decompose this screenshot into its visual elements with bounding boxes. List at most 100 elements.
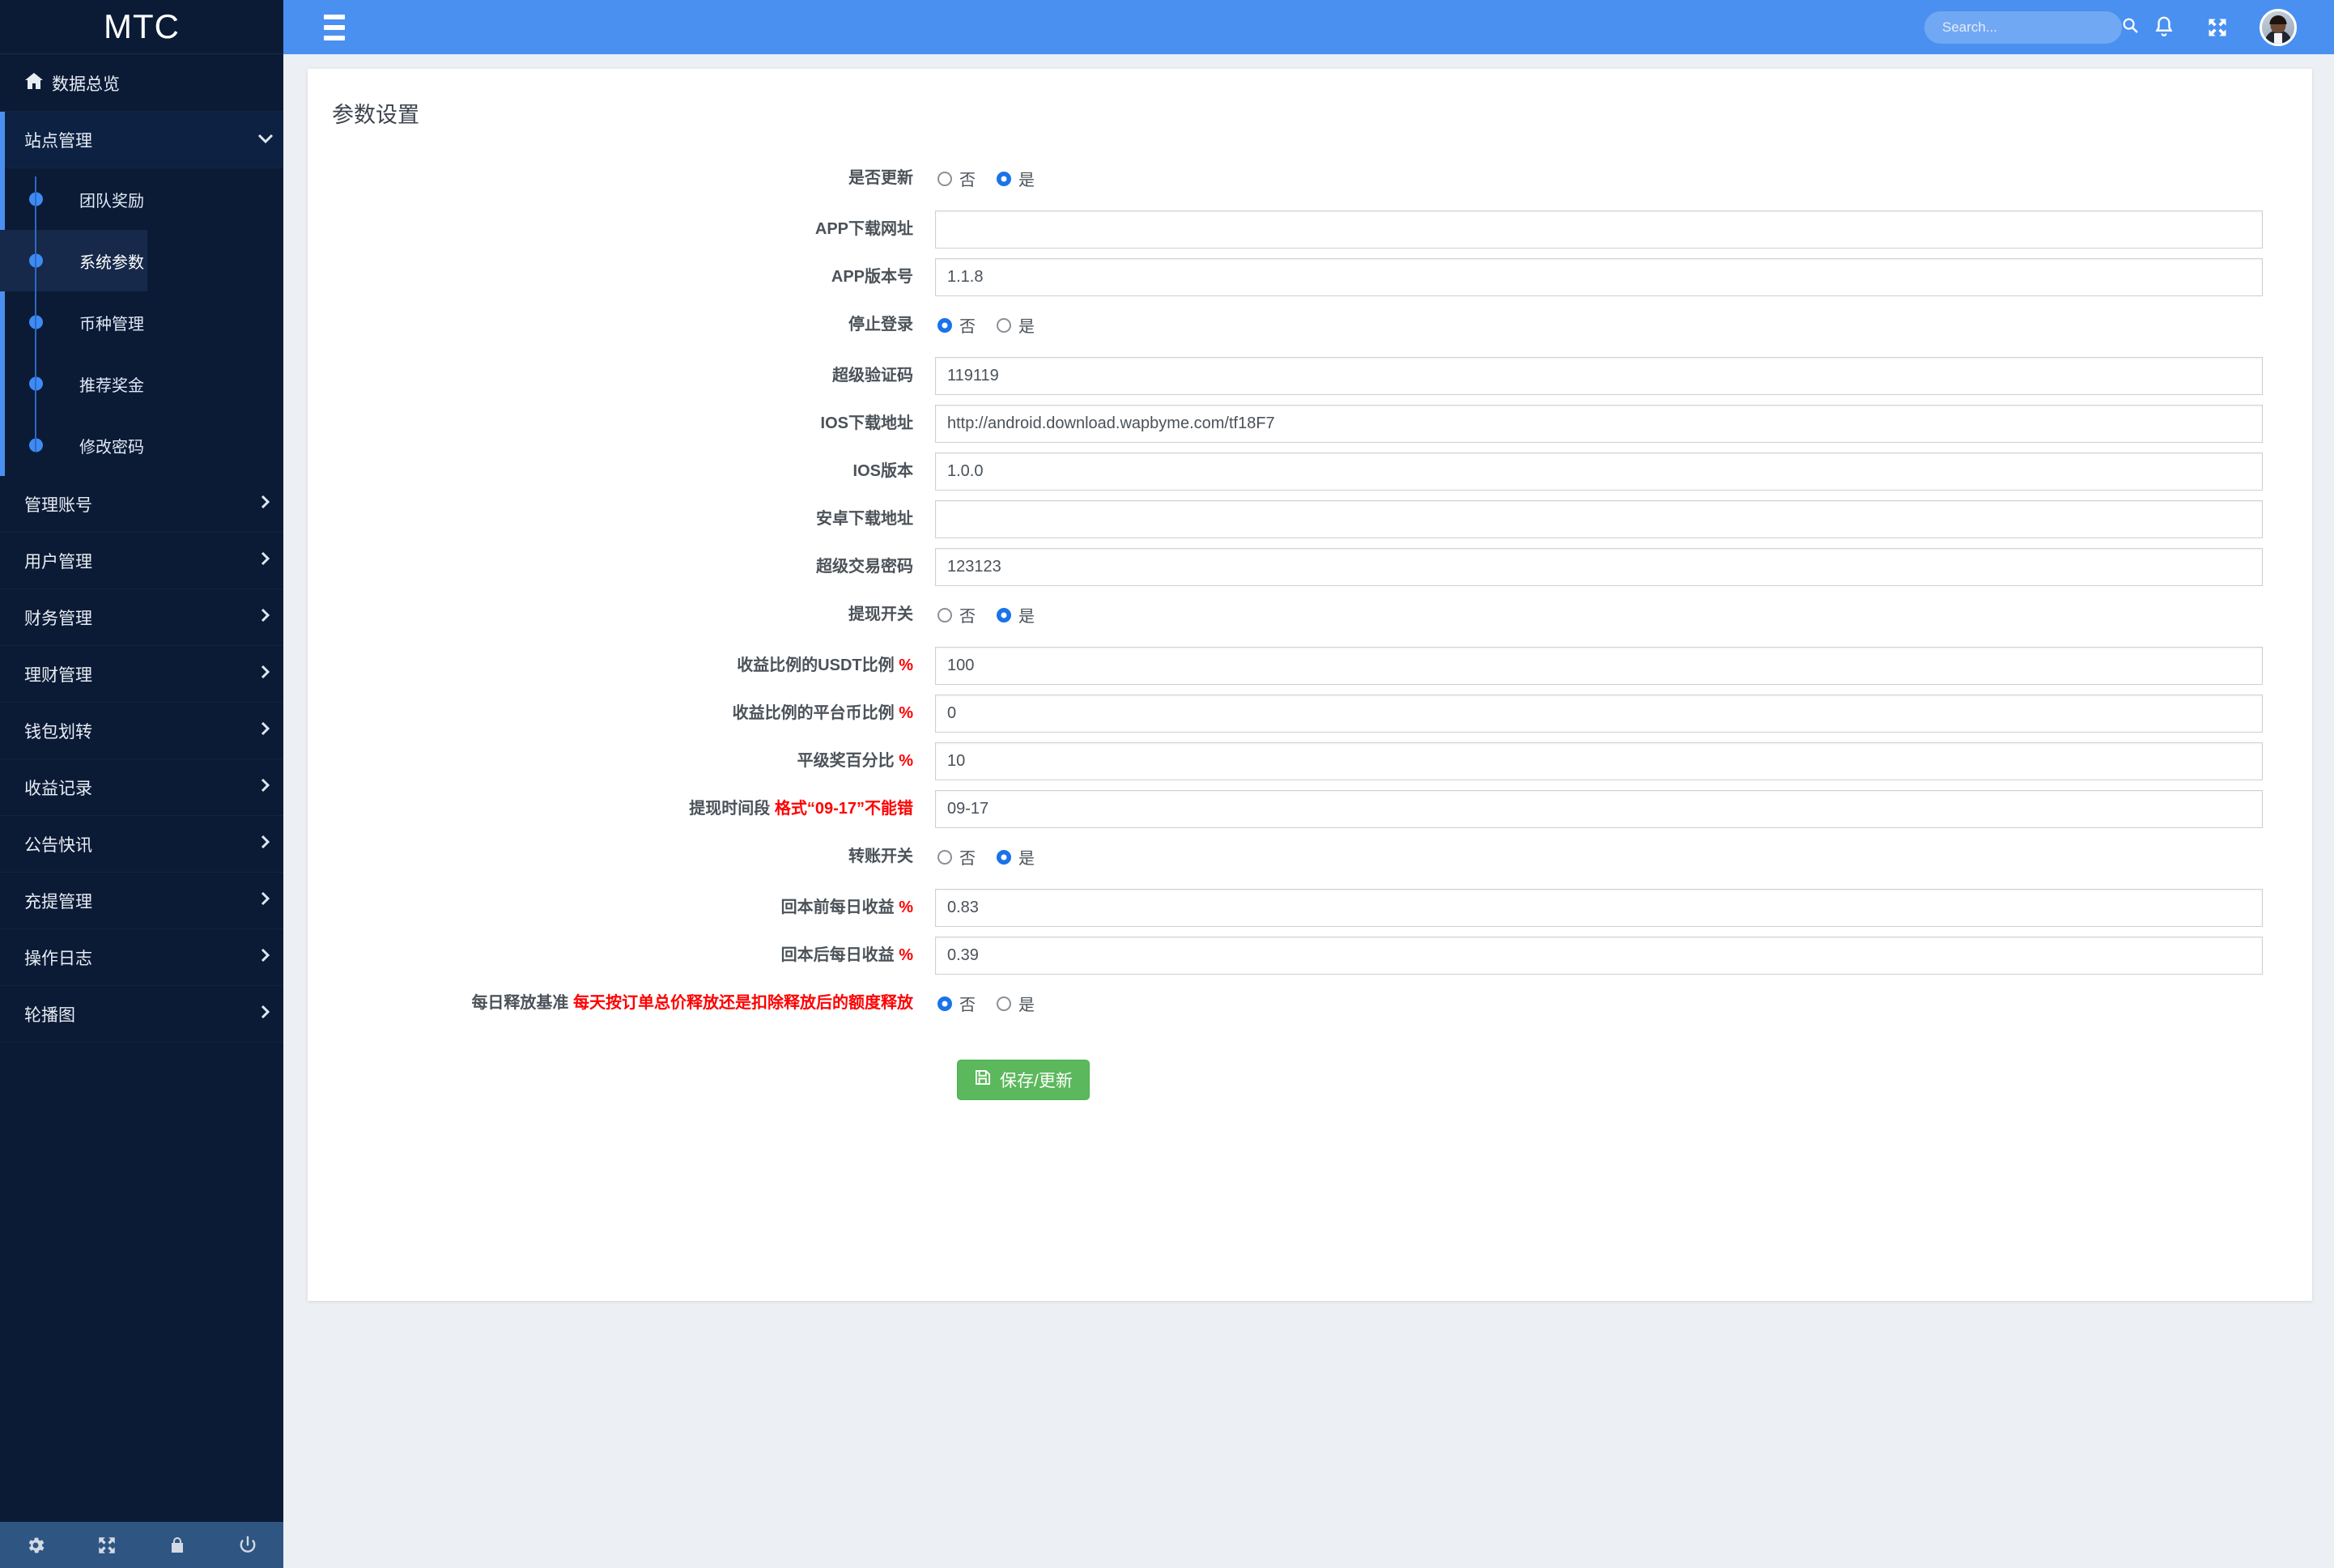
text-input[interactable] (935, 790, 2263, 828)
form-row: 超级交易密码 (308, 548, 2312, 586)
radio-icon[interactable] (997, 607, 1011, 623)
form-row: 每日释放基准 每天按订单总价释放还是扣除释放后的额度释放 否 是 (308, 984, 2312, 1022)
field-label: 收益比例的平台币比例 (732, 704, 895, 722)
radio-icon[interactable] (997, 996, 1011, 1011)
form-row-field: 否是 (935, 838, 2263, 876)
text-input[interactable] (935, 695, 2263, 733)
radio-label: 是 (1018, 608, 1035, 626)
gear-icon[interactable] (25, 1535, 46, 1556)
form-row-label: 每日释放基准 每天按订单总价释放还是扣除释放后的额度释放 (308, 984, 935, 1015)
radio-icon[interactable] (937, 171, 952, 186)
text-input[interactable] (935, 500, 2263, 538)
sidebar-item-9[interactable]: 操作日志 (0, 929, 283, 986)
avatar[interactable] (2260, 8, 2297, 46)
hamburger-bar (324, 24, 345, 30)
lock-icon[interactable] (168, 1535, 187, 1556)
bullet-icon (29, 192, 43, 206)
fullscreen-icon[interactable] (2206, 16, 2229, 39)
bell-icon[interactable] (2153, 15, 2175, 40)
search-box[interactable] (1924, 11, 2138, 44)
radio-option-no[interactable]: 否 (937, 992, 976, 1015)
form-row-field: 否是 (935, 306, 2263, 344)
form-row-label: 是否更新 (308, 159, 935, 190)
text-input[interactable] (935, 453, 2263, 491)
text-input[interactable] (935, 357, 2263, 395)
main-content: 参数设置 是否更新否是APP下载网址APP版本号停止登录否是超级验证码IOS下载… (283, 54, 2334, 1568)
power-icon[interactable] (237, 1535, 258, 1556)
sidebar-item-2[interactable]: 用户管理 (0, 533, 283, 589)
field-label: 超级交易密码 (816, 558, 913, 576)
radio-icon[interactable] (937, 996, 952, 1011)
chevron-right-icon (248, 1004, 283, 1025)
field-suffix: % (899, 946, 913, 964)
radio-icon[interactable] (937, 849, 952, 865)
text-input[interactable] (935, 210, 2263, 249)
sidebar-subitem-label: 币种管理 (79, 315, 144, 334)
field-label: IOS版本 (852, 462, 913, 480)
radio-option-no[interactable]: 否 (937, 313, 976, 337)
sidebar-subitem-2[interactable]: 系统参数 (0, 230, 147, 291)
form-row-label: APP版本号 (308, 258, 935, 289)
radio-group: 否是 (935, 838, 2263, 876)
sidebar-item-6[interactable]: 收益记录 (0, 759, 283, 816)
radio-icon[interactable] (937, 607, 952, 623)
avatar-shirt (2274, 32, 2282, 44)
hamburger-icon[interactable] (324, 14, 345, 40)
text-input[interactable] (935, 742, 2263, 780)
chevron-right-icon (248, 777, 283, 798)
radio-option-no[interactable]: 否 (937, 603, 976, 627)
radio-label: 否 (959, 996, 976, 1014)
text-input[interactable] (935, 647, 2263, 685)
form-row: 收益比例的平台币比例 % (308, 695, 2312, 733)
form-row: IOS下载地址 (308, 405, 2312, 443)
sidebar-item-5[interactable]: 钱包划转 (0, 703, 283, 759)
sidebar-item-1[interactable]: 管理账号 (0, 476, 283, 533)
text-input[interactable] (935, 405, 2263, 443)
radio-option-no[interactable]: 否 (937, 845, 976, 869)
form-row: 超级验证码 (308, 357, 2312, 395)
text-input[interactable] (935, 548, 2263, 586)
sidebar-item-4[interactable]: 理财管理 (0, 646, 283, 703)
field-suffix: % (899, 899, 913, 916)
sidebar-item-10[interactable]: 轮播图 (0, 986, 283, 1043)
sidebar-subitem-1[interactable]: 团队奖励 (0, 168, 283, 230)
form-row-label: 超级验证码 (308, 357, 935, 388)
sidebar-subitem-4[interactable]: 推荐奖金 (0, 353, 283, 414)
radio-option-yes[interactable]: 是 (997, 167, 1035, 190)
sidebar-submenu: 团队奖励 系统参数币种管理推荐奖金 修改密码 (0, 168, 283, 476)
text-input[interactable] (935, 937, 2263, 975)
sidebar-subitem-3[interactable]: 币种管理 (0, 291, 283, 353)
sidebar-item-label: 充提管理 (24, 892, 92, 911)
radio-icon[interactable] (937, 317, 952, 333)
radio-icon[interactable] (997, 171, 1011, 186)
sidebar-item-8[interactable]: 充提管理 (0, 873, 283, 929)
sidebar-group-site-management[interactable]: 站点管理 (0, 112, 283, 168)
chevron-right-icon (248, 494, 283, 515)
save-button-wrapper: 保存/更新 (935, 1060, 2312, 1100)
field-suffix: % (899, 657, 913, 674)
field-label: 回本前每日收益 (780, 899, 895, 916)
text-input[interactable] (935, 258, 2263, 296)
chevron-right-icon (248, 550, 283, 572)
sidebar-subitem-5[interactable]: 修改密码 (0, 414, 283, 476)
brand-logo[interactable]: MTC (0, 0, 283, 54)
form-row-field (935, 937, 2263, 975)
sidebar-item-dashboard[interactable]: 数据总览 (0, 55, 283, 112)
radio-option-yes[interactable]: 是 (997, 313, 1035, 337)
radio-option-yes[interactable]: 是 (997, 603, 1035, 627)
form-row: 安卓下载地址 (308, 500, 2312, 538)
radio-option-yes[interactable]: 是 (997, 992, 1035, 1015)
search-icon[interactable] (2121, 16, 2139, 38)
radio-label: 否 (959, 608, 976, 626)
form-row-field (935, 548, 2263, 586)
sidebar-item-3[interactable]: 财务管理 (0, 589, 283, 646)
radio-icon[interactable] (997, 849, 1011, 865)
radio-option-yes[interactable]: 是 (997, 845, 1035, 869)
radio-icon[interactable] (997, 317, 1011, 333)
search-input[interactable] (1942, 19, 2121, 36)
radio-option-no[interactable]: 否 (937, 167, 976, 190)
text-input[interactable] (935, 889, 2263, 927)
sidebar-item-7[interactable]: 公告快讯 (0, 816, 283, 873)
fullscreen-icon[interactable] (96, 1535, 117, 1556)
save-button[interactable]: 保存/更新 (957, 1060, 1090, 1100)
